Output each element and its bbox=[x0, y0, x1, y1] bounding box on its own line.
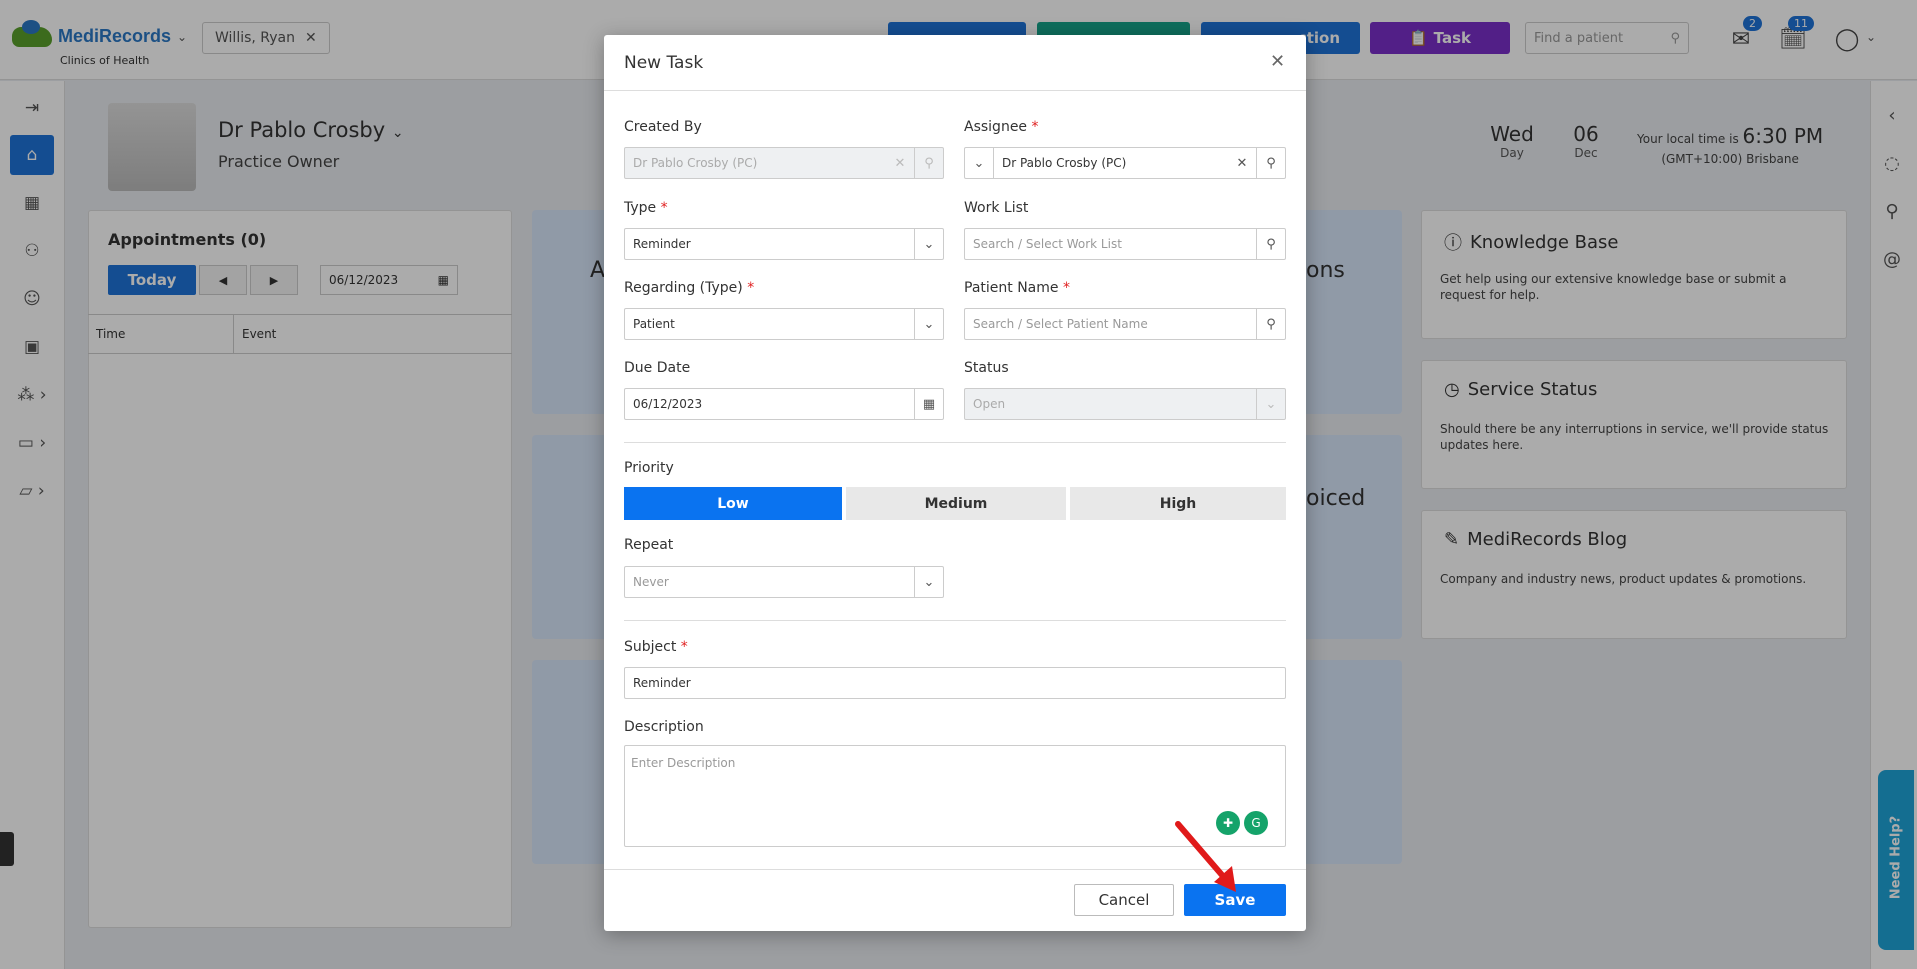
created-by-label: Created By bbox=[624, 119, 702, 135]
priority-label: Priority bbox=[624, 460, 674, 476]
regarding-label-text: Regarding (Type) bbox=[624, 280, 743, 296]
due-date-label: Due Date bbox=[624, 360, 691, 376]
regarding-select[interactable]: Patient ⌄ bbox=[624, 308, 944, 340]
description-placeholder: Enter Description bbox=[631, 756, 736, 770]
search-icon[interactable]: ⚲ bbox=[1257, 237, 1285, 252]
type-label-text: Type bbox=[624, 200, 657, 216]
status-label: Status bbox=[964, 360, 1009, 376]
red-arrow-annotation bbox=[1175, 821, 1236, 892]
assignee-label-text: Assignee bbox=[964, 119, 1028, 135]
chevron-down-icon[interactable]: ⌄ bbox=[915, 575, 943, 590]
assignee-value: Dr Pablo Crosby (PC) bbox=[1002, 156, 1127, 170]
worklist-placeholder: Search / Select Work List bbox=[973, 237, 1122, 251]
type-select[interactable]: Reminder ⌄ bbox=[624, 228, 944, 260]
repeat-label: Repeat bbox=[624, 537, 674, 553]
clear-icon: ✕ bbox=[894, 155, 906, 171]
repeat-value: Never bbox=[633, 575, 669, 589]
created-by-value: Dr Pablo Crosby (PC) bbox=[633, 156, 758, 170]
cancel-button[interactable]: Cancel bbox=[1074, 884, 1174, 916]
assignee-label: Assignee * bbox=[964, 119, 1039, 135]
search-icon[interactable]: ⚲ bbox=[1257, 317, 1285, 332]
patient-name-field[interactable]: Search / Select Patient Name ⚲ bbox=[964, 308, 1286, 340]
subject-label: Subject * bbox=[624, 639, 688, 655]
status-value: Open bbox=[973, 397, 1006, 411]
priority-high-button[interactable]: High bbox=[1070, 487, 1286, 520]
modal-title: New Task bbox=[624, 53, 704, 73]
chevron-down-icon[interactable]: ⌄ bbox=[915, 317, 943, 332]
priority-medium-button[interactable]: Medium bbox=[846, 487, 1066, 520]
search-icon: ⚲ bbox=[924, 155, 934, 171]
description-label: Description bbox=[624, 719, 704, 735]
subject-label-text: Subject bbox=[624, 639, 677, 655]
new-task-modal: New Task ✕ Created By Dr Pablo Crosby (P… bbox=[604, 35, 1306, 931]
priority-low-button[interactable]: Low bbox=[624, 487, 842, 520]
due-date-value: 06/12/2023 bbox=[633, 397, 703, 411]
assignee-field[interactable]: ⌄ Dr Pablo Crosby (PC) ✕ ⚲ bbox=[964, 147, 1286, 179]
subject-input[interactable]: Reminder bbox=[624, 667, 1286, 699]
type-value: Reminder bbox=[633, 237, 691, 251]
patient-name-label-text: Patient Name bbox=[964, 280, 1059, 296]
calendar-icon[interactable]: ▦ bbox=[915, 397, 943, 412]
status-select: Open ⌄ bbox=[964, 388, 1286, 420]
section-divider bbox=[624, 620, 1286, 621]
search-icon[interactable]: ⚲ bbox=[1257, 156, 1285, 171]
worklist-label: Work List bbox=[964, 200, 1029, 216]
regarding-value: Patient bbox=[633, 317, 675, 331]
patient-name-label: Patient Name * bbox=[964, 280, 1070, 296]
due-date-field[interactable]: 06/12/2023 ▦ bbox=[624, 388, 944, 420]
chevron-down-icon[interactable]: ⌄ bbox=[965, 156, 993, 171]
close-icon[interactable]: ✕ bbox=[1270, 51, 1285, 72]
modal-header-divider bbox=[604, 90, 1306, 91]
created-by-field: Dr Pablo Crosby (PC) ✕ ⚲ bbox=[624, 147, 944, 179]
repeat-select[interactable]: Never ⌄ bbox=[624, 566, 944, 598]
clear-icon[interactable]: ✕ bbox=[1228, 156, 1256, 171]
patient-name-placeholder: Search / Select Patient Name bbox=[973, 317, 1148, 331]
chevron-down-icon: ⌄ bbox=[1265, 396, 1277, 412]
worklist-field[interactable]: Search / Select Work List ⚲ bbox=[964, 228, 1286, 260]
regarding-label: Regarding (Type) * bbox=[624, 280, 755, 296]
type-label: Type * bbox=[624, 200, 668, 216]
section-divider bbox=[624, 442, 1286, 443]
subject-value: Reminder bbox=[633, 676, 691, 690]
chevron-down-icon[interactable]: ⌄ bbox=[915, 237, 943, 252]
